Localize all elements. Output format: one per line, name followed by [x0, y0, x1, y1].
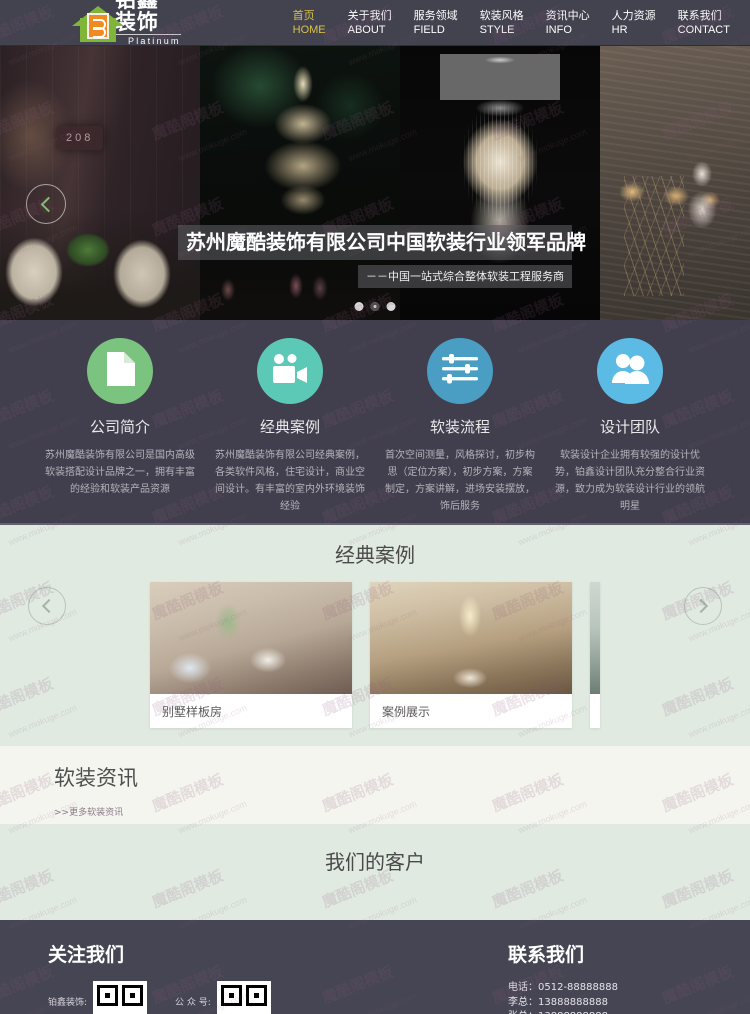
hero-title: 苏州魔酷装饰有限公司中国软装行业领军品牌	[178, 225, 586, 260]
nav-label-en: FIELD	[413, 23, 445, 36]
feature-title: 软装流程	[429, 418, 490, 436]
contact-line: 李总：13888888888	[508, 996, 608, 1008]
nav-label-cn: 联系我们	[677, 8, 722, 22]
case-image	[150, 582, 352, 694]
cases-next-button[interactable]	[684, 587, 722, 625]
case-label: 别墅样板房	[162, 704, 223, 719]
contact-line: 电话：0512-88888888	[508, 982, 618, 993]
feature-icon-circle	[597, 338, 663, 404]
main-nav: 首页 HOME 关于我们 ABOUT 服务领域 FIELD 软装风格 STYLE 资讯中心 INF…	[293, 9, 750, 37]
hero-subtitle: －－中国一站式综合整体软装工程服务商	[358, 265, 572, 288]
feature-title: 经典案例	[259, 418, 320, 436]
nav-item-contact[interactable]: 联系我们 CONTACT	[678, 9, 730, 37]
nav-label-cn: 资讯中心	[545, 8, 590, 22]
house-logo-icon	[72, 4, 124, 42]
contact-us-title: 联系我们	[508, 944, 585, 966]
nav-label-cn: 关于我们	[347, 8, 392, 22]
site-footer: 关注我们 铂鑫装饰: 公 众 号: 联系我们 电话：0512-88888888 李总…	[0, 920, 750, 1014]
hero-prev-button[interactable]	[26, 184, 66, 224]
follow-us-block: 关注我们 铂鑫装饰: 公 众 号:	[0, 920, 480, 1014]
clients-title: 我们的客户	[325, 850, 425, 874]
feature-description: 苏州魔酷装饰有限公司经典案例，各类软件风格，住宅设计，商业空间设计。有丰富的室内…	[215, 450, 365, 512]
hero-dot-1[interactable]	[354, 302, 364, 311]
chevron-left-icon	[40, 196, 56, 212]
case-card[interactable]: 别墅样板房	[150, 582, 352, 728]
sliders-icon	[442, 353, 478, 389]
hero-dot-3[interactable]	[386, 302, 396, 311]
feature-card[interactable]: 软装流程首次空间测量，风格探讨，初步构思（定位方案），初步方案，方案制定，方案讲…	[375, 338, 545, 523]
nav-label-cn: 软装风格	[479, 8, 524, 22]
feature-description: 首次空间测量，风格探讨，初步构思（定位方案），初步方案，方案制定，方案讲解，进场…	[385, 450, 535, 512]
page-root: 铂鑫装饰 Platinum Xin 首页HOME关于我们ABOUT服务领域FIE…	[0, 0, 750, 1014]
contact-list: 电话：0512-88888888 李总：13888888888 张总：1388888…	[508, 981, 750, 1014]
case-card[interactable]	[590, 582, 600, 728]
chevron-left-icon	[41, 598, 57, 614]
nav-label-en: STYLE	[479, 23, 515, 36]
nav-label-cn: 首页	[292, 8, 315, 22]
feature-icon-circle	[427, 338, 493, 404]
nav-label-en: CONTACT	[677, 23, 730, 36]
hero-caption: 苏州魔酷装饰有限公司中国软装行业领军品牌 －－中国一站式综合整体软装工程服务商	[178, 225, 586, 288]
feature-title: 公司简介	[89, 418, 150, 436]
nav-item-hr[interactable]: 人力资源 HR	[612, 9, 656, 37]
nav-item-style[interactable]: 软装风格 STYLE	[480, 9, 524, 37]
case-card[interactable]: 案例展示	[370, 582, 572, 728]
video-camera-icon	[271, 353, 309, 389]
site-header: 铂鑫装饰 Platinum Xin 首页HOME关于我们ABOUT服务领域FIE…	[0, 0, 750, 56]
case-image	[590, 582, 600, 694]
feature-icon-circle	[257, 338, 323, 404]
document-icon	[105, 351, 135, 391]
hero-dots	[354, 302, 396, 311]
contact-us-block: 联系我们 电话：0512-88888888 李总：13888888888 张总：13…	[480, 920, 750, 1014]
case-image	[370, 582, 572, 694]
hero-image-4	[600, 46, 750, 320]
hero-dot-2[interactable]	[370, 302, 380, 311]
qr-caption: 公 众 号:	[175, 998, 211, 1008]
feature-title: 设计团队	[599, 418, 660, 436]
feature-card[interactable]: 经典案例苏州魔酷装饰有限公司经典案例，各类软件风格，住宅设计，商业空间设计。有丰…	[205, 338, 375, 523]
hero-image-1	[0, 46, 200, 320]
contact-line: 张总：13888888888	[508, 1010, 750, 1014]
logo-text-cn: 铂鑫装饰	[114, 0, 159, 34]
news-more-link[interactable]: >>更多软装资讯	[54, 805, 123, 818]
qr-code-icon	[216, 981, 271, 1014]
nav-label-en: ABOUT	[347, 23, 386, 36]
nav-label-cn: 服务领域	[413, 8, 458, 22]
nav-label-en: HOME	[292, 23, 326, 36]
qr-code-icon	[93, 981, 148, 1014]
feature-card[interactable]: 设计团队软装设计企业拥有较强的设计优势，铂鑫设计团队充分整合行业资源，致力成为软…	[545, 338, 715, 523]
nav-item-field[interactable]: 服务领域 FIELD	[414, 9, 458, 37]
chevron-right-icon	[693, 598, 709, 614]
follow-us-title: 关注我们	[48, 944, 125, 966]
news-title: 软装资讯	[54, 766, 138, 790]
qr-caption: 铂鑫装饰:	[48, 998, 88, 1008]
nav-item-home[interactable]: 首页 HOME	[293, 9, 326, 37]
nav-label-en: HR	[611, 23, 628, 36]
feature-card[interactable]: 公司简介苏州魔酷装饰有限公司是国内高级软装搭配设计品牌之一，拥有丰富的经验和软装…	[35, 338, 205, 523]
nav-label-en: INFO	[545, 23, 572, 36]
feature-icon-circle	[87, 338, 153, 404]
clients-section: 我们的客户	[0, 824, 750, 920]
nav-item-about[interactable]: 关于我们 ABOUT	[348, 9, 392, 37]
nav-item-info[interactable]: 资讯中心 INFO	[546, 9, 590, 37]
cases-prev-button[interactable]	[28, 587, 66, 625]
qr-block: 铂鑫装饰:	[48, 981, 148, 1014]
cases-title: 经典案例	[335, 543, 415, 567]
qr-block: 公 众 号:	[175, 981, 271, 1014]
news-section: 软装资讯 >>更多软装资讯	[0, 746, 750, 824]
hero-carousel: 苏州魔酷装饰有限公司中国软装行业领军品牌 －－中国一站式综合整体软装工程服务商	[0, 46, 750, 320]
qr-row: 铂鑫装饰: 公 众 号:	[48, 981, 480, 1014]
nav-label-cn: 人力资源	[611, 8, 656, 22]
feature-description: 苏州魔酷装饰有限公司是国内高级软装搭配设计品牌之一，拥有丰富的经验和软装产品资源	[45, 450, 195, 495]
case-label	[590, 694, 600, 728]
case-label: 案例展示	[382, 704, 431, 719]
cases-strip: 别墅样板房 案例展示	[0, 582, 750, 728]
users-icon	[611, 353, 649, 390]
feature-description: 软装设计企业拥有较强的设计优势，铂鑫设计团队充分整合行业资源，致力成为软装设计行…	[555, 450, 705, 512]
cases-section: 经典案例 别墅样板房 案例展示	[0, 525, 750, 746]
features-section: 公司简介苏州魔酷装饰有限公司是国内高级软装搭配设计品牌之一，拥有丰富的经验和软装…	[0, 320, 750, 525]
